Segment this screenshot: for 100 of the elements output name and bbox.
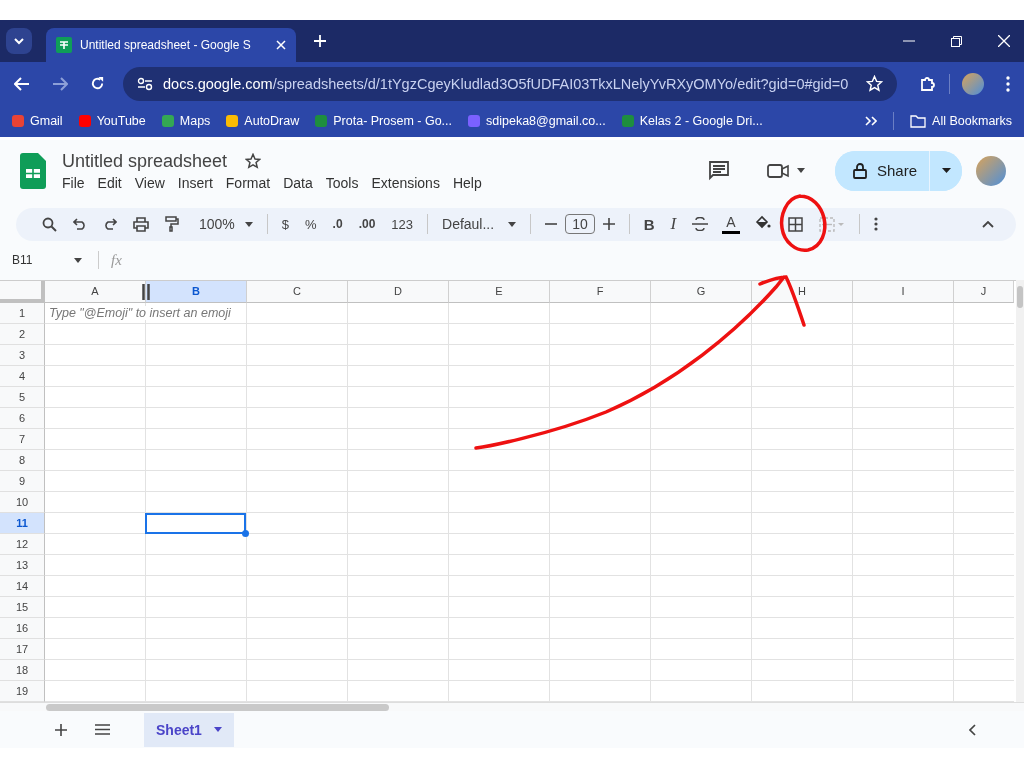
row-header[interactable]: 4: [0, 365, 45, 387]
extensions-icon[interactable]: [919, 74, 937, 93]
more-icon[interactable]: [1006, 75, 1010, 92]
column-header[interactable]: A: [45, 280, 146, 303]
percent-format-button[interactable]: %: [297, 216, 325, 232]
row-header[interactable]: 5: [0, 386, 45, 408]
row-header[interactable]: 13: [0, 554, 45, 576]
bookmark-link[interactable]: sdipeka8@gmail.co...: [468, 114, 606, 128]
more-vertical-icon[interactable]: [873, 217, 878, 232]
name-box[interactable]: B11: [12, 253, 86, 268]
column-header[interactable]: C: [247, 280, 348, 303]
menu-item[interactable]: Insert: [177, 174, 213, 191]
bookmark-link[interactable]: AutoDraw: [226, 114, 300, 128]
chevron-left-icon[interactable]: [969, 723, 976, 736]
column-header[interactable]: I: [853, 280, 954, 303]
restore-icon[interactable]: [951, 35, 962, 47]
font-dropdown[interactable]: Defaul...: [434, 216, 525, 233]
add-sheet-icon[interactable]: [55, 723, 67, 736]
borders-icon[interactable]: [787, 216, 803, 232]
row-header[interactable]: 15: [0, 596, 45, 618]
increase-decimal-button[interactable]: .00: [350, 217, 384, 232]
forward-icon[interactable]: [52, 76, 68, 91]
row-header[interactable]: 3: [0, 344, 45, 366]
comment-icon[interactable]: [708, 160, 729, 181]
row-header[interactable]: 19: [0, 680, 45, 702]
bookmark-link[interactable]: YouTube: [78, 114, 146, 128]
font-size-field[interactable]: 10: [565, 214, 595, 235]
row-header[interactable]: 1: [0, 302, 45, 324]
undo-icon[interactable]: [73, 218, 87, 231]
text-color-button[interactable]: A: [722, 214, 740, 235]
bookmark-link[interactable]: Gmail: [12, 114, 63, 128]
selected-cell[interactable]: [145, 512, 246, 534]
address-bar[interactable]: docs.google.com/spreadsheets/d/1tYgzCgeyKludlad3O5fUDFAI03TkxLNelyYvRXyOMYo/edit?gid=0#gid=0: [123, 66, 897, 101]
redo-icon[interactable]: [103, 218, 117, 231]
row-header[interactable]: 8: [0, 449, 45, 471]
row-header[interactable]: 11: [0, 512, 45, 534]
browser-tab[interactable]: Untitled spreadsheet - Google S: [46, 28, 296, 62]
merge-cells-icon[interactable]: [818, 216, 845, 232]
row-header[interactable]: 10: [0, 491, 45, 513]
bold-button[interactable]: B: [635, 215, 663, 233]
column-header[interactable]: J: [954, 280, 1014, 303]
row-header[interactable]: 16: [0, 617, 45, 639]
profile-avatar[interactable]: [962, 72, 984, 95]
bookmark-star-icon[interactable]: [866, 75, 883, 92]
row-header[interactable]: 7: [0, 428, 45, 450]
row-header[interactable]: 12: [0, 533, 45, 555]
zoom-dropdown[interactable]: 100%: [191, 216, 261, 233]
tab-search-button[interactable]: [6, 28, 32, 54]
sheet-tab[interactable]: Sheet1: [144, 712, 234, 747]
menu-item[interactable]: View: [134, 174, 165, 191]
bookmark-link[interactable]: Kelas 2 - Google Dri...: [621, 114, 763, 128]
cell-grid[interactable]: [45, 302, 1014, 702]
minus-icon[interactable]: [545, 223, 558, 226]
print-icon[interactable]: [133, 216, 149, 232]
bookmark-link[interactable]: Maps: [161, 114, 211, 128]
search-icon[interactable]: [42, 216, 57, 232]
menu-item[interactable]: Data: [283, 174, 313, 191]
column-header[interactable]: E: [449, 280, 550, 303]
row-header[interactable]: 17: [0, 638, 45, 660]
all-sheets-menu-icon[interactable]: [95, 724, 110, 736]
row-header[interactable]: 14: [0, 575, 45, 597]
menu-item[interactable]: Extensions: [371, 174, 440, 191]
reload-icon[interactable]: [90, 76, 105, 91]
menu-item[interactable]: Format: [225, 174, 271, 191]
sheets-logo-icon[interactable]: [20, 152, 46, 189]
row-header[interactable]: 6: [0, 407, 45, 429]
new-tab-icon[interactable]: [314, 35, 326, 47]
close-icon[interactable]: [276, 40, 286, 50]
collapse-icon[interactable]: [982, 220, 994, 228]
row-header[interactable]: 18: [0, 659, 45, 681]
row-header[interactable]: 2: [0, 323, 45, 345]
vertical-scrollbar[interactable]: [1016, 279, 1024, 702]
number-format-button[interactable]: 123: [383, 216, 421, 232]
decrease-decimal-button[interactable]: .0: [324, 217, 351, 232]
menu-item[interactable]: File: [62, 174, 85, 191]
all-bookmarks-link[interactable]: All Bookmarks: [910, 114, 1012, 128]
chevrons-icon[interactable]: [865, 116, 878, 126]
account-avatar[interactable]: [976, 155, 1006, 186]
back-icon[interactable]: [14, 76, 30, 91]
column-header[interactable]: G: [651, 280, 752, 303]
column-resize-handle[interactable]: [142, 283, 150, 300]
menu-item[interactable]: Edit: [97, 174, 122, 191]
paint-format-icon[interactable]: [165, 216, 179, 233]
column-header[interactable]: D: [348, 280, 449, 303]
row-header[interactable]: 9: [0, 470, 45, 492]
column-header[interactable]: F: [550, 280, 651, 303]
document-title[interactable]: Untitled spreadsheet: [62, 150, 228, 172]
bookmark-link[interactable]: Prota- Prosem - Go...: [315, 114, 453, 128]
column-header[interactable]: B: [146, 280, 247, 303]
site-settings-icon[interactable]: [137, 76, 153, 91]
currency-format-button[interactable]: $: [273, 216, 298, 232]
horizontal-scrollbar[interactable]: [0, 701, 1024, 712]
close-icon[interactable]: [998, 35, 1010, 47]
menu-item[interactable]: Tools: [325, 174, 359, 191]
menu-item[interactable]: Help: [452, 174, 482, 191]
strikethrough-icon[interactable]: [692, 217, 709, 232]
share-button[interactable]: Share: [834, 150, 930, 191]
italic-button[interactable]: I: [662, 214, 685, 235]
plus-icon[interactable]: [602, 218, 615, 231]
star-icon[interactable]: [245, 153, 262, 170]
